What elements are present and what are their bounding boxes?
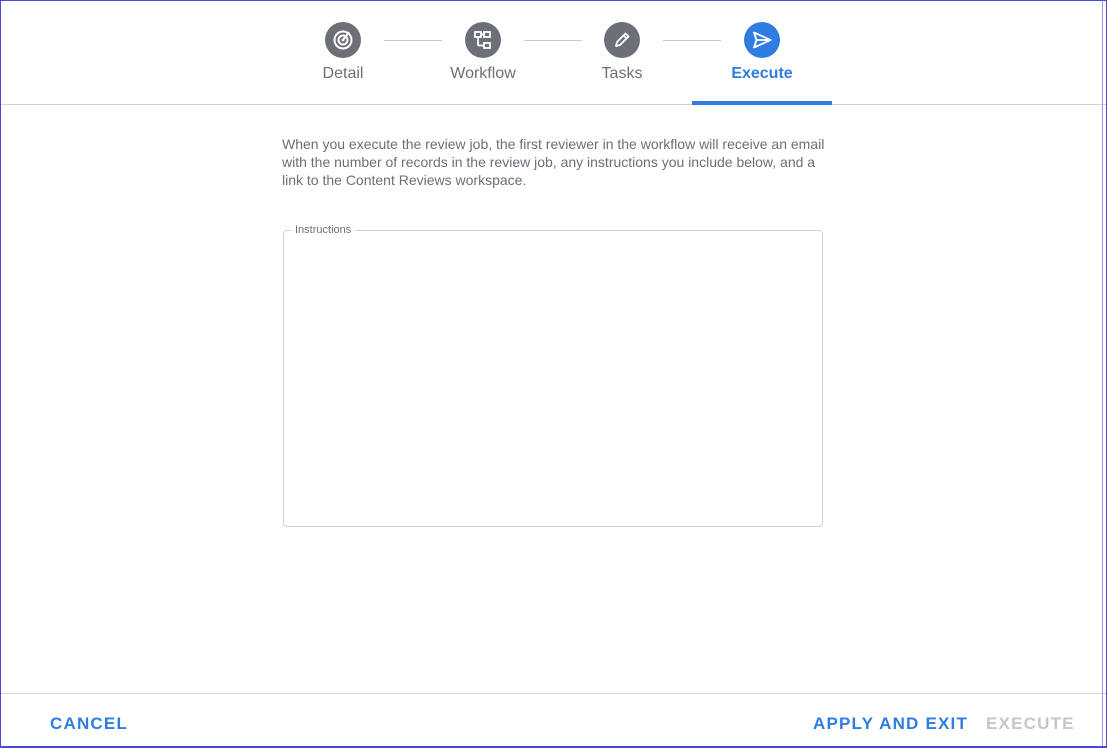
step-label: Execute: [731, 65, 793, 82]
step-execute[interactable]: Execute: [692, 1, 832, 105]
target-icon: [325, 22, 361, 58]
pencil-icon: [604, 22, 640, 58]
workflow-icon: [465, 22, 501, 58]
send-icon: [744, 22, 780, 58]
stepper: Detail Workflow Tasks Execute: [1, 1, 1106, 105]
dialog-footer: CANCEL APPLY AND EXIT EXECUTE: [1, 693, 1106, 746]
step-label: Workflow: [450, 65, 516, 82]
intro-text: When you execute the review job, the fir…: [282, 136, 825, 188]
step-label: Tasks: [601, 65, 643, 82]
instructions-label: Instructions: [295, 224, 352, 236]
review-job-dialog: Detail Workflow Tasks Execute When you e…: [0, 0, 1107, 748]
step-tasks[interactable]: Tasks: [552, 1, 692, 104]
step-detail[interactable]: Detail: [273, 1, 413, 104]
instructions-field[interactable]: Instructions: [283, 224, 823, 529]
step-workflow[interactable]: Workflow: [413, 1, 553, 104]
step-label: Detail: [322, 65, 364, 82]
execute-button[interactable]: EXECUTE: [986, 714, 1075, 734]
cancel-button[interactable]: CANCEL: [50, 714, 128, 734]
instructions-input[interactable]: [292, 245, 816, 529]
apply-and-exit-button[interactable]: APPLY AND EXIT: [813, 714, 968, 734]
